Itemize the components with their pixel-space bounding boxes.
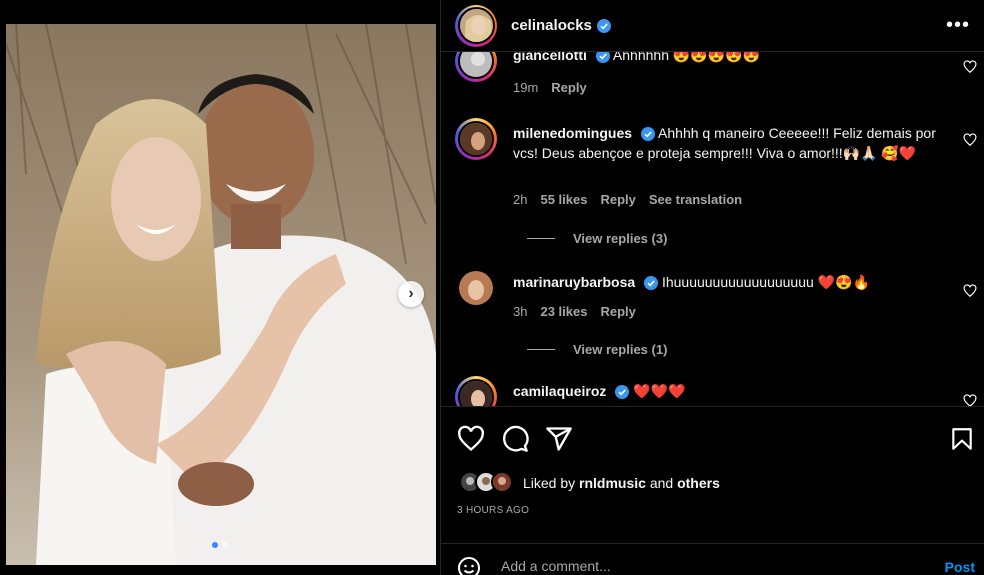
reply-button[interactable]: Reply [600, 304, 635, 319]
comment-avatar[interactable] [455, 118, 497, 160]
comment-username[interactable]: camilaqueiroz [513, 383, 606, 399]
author-avatar-image [459, 9, 493, 42]
carousel-next-button[interactable]: › [398, 281, 424, 307]
liked-by-prefix: Liked by [523, 475, 580, 491]
divider-line [527, 349, 555, 350]
comment-text: Ahhhhhh 😍😍😍😍😍 [612, 52, 761, 63]
divider-line [527, 238, 555, 239]
verified-badge-icon [595, 52, 610, 64]
see-translation-button[interactable]: See translation [649, 192, 742, 207]
view-replies-button[interactable]: View replies (3) [527, 231, 667, 246]
post-photo[interactable] [6, 24, 436, 565]
post-header: celinalocks ••• [441, 0, 984, 52]
comment-likes[interactable]: 55 likes [540, 192, 587, 207]
post-actions-section: Liked by rnldmusic and others 3 HOURS AG… [441, 406, 984, 575]
author-avatar[interactable] [455, 4, 497, 47]
comment-likes[interactable]: 23 likes [540, 304, 587, 319]
post-side-panel: celinalocks ••• giancellotti Ahhhhhh 😍😍😍… [440, 0, 984, 575]
like-comment-heart-icon[interactable] [963, 133, 977, 147]
liked-by-row: Liked by rnldmusic and others [459, 471, 720, 495]
like-comment-heart-icon[interactable] [963, 60, 977, 74]
comment-username[interactable]: giancellotti [513, 52, 587, 63]
comment-text: ❤️❤️❤️ [633, 383, 686, 399]
comment-meta: 2h 55 likes Reply See translation [513, 192, 742, 207]
post-timestamp[interactable]: 3 HOURS AGO [457, 505, 529, 516]
action-icons-row [457, 425, 573, 453]
carousel-indicator [212, 542, 228, 548]
like-heart-icon[interactable] [457, 425, 485, 453]
comment-time[interactable]: 3h [513, 304, 527, 319]
comment-body: camilaqueiroz ❤️❤️❤️ [513, 381, 945, 401]
comment-body: giancellotti Ahhhhhh 😍😍😍😍😍 [513, 52, 945, 65]
liked-by-text: Liked by rnldmusic and others [523, 475, 720, 491]
add-comment-bar: Post [441, 543, 984, 575]
comment-meta: 19m Reply [513, 80, 587, 95]
comment-meta: 3h 23 likes Reply [513, 304, 636, 319]
more-options-icon[interactable]: ••• [946, 14, 970, 37]
couple-photo-illustration [6, 24, 436, 565]
comments-list: giancellotti Ahhhhhh 😍😍😍😍😍 19m Reply mil… [441, 52, 984, 406]
view-replies-button[interactable]: View replies (1) [527, 342, 667, 357]
save-bookmark-icon[interactable] [949, 425, 975, 453]
comment-avatar[interactable] [455, 376, 497, 406]
share-send-icon[interactable] [545, 425, 573, 453]
comment-bubble-icon[interactable] [501, 425, 529, 453]
liked-by-others-link[interactable]: others [677, 475, 720, 491]
verified-badge-icon [596, 18, 611, 33]
reply-button[interactable]: Reply [600, 192, 635, 207]
comment-time[interactable]: 2h [513, 192, 527, 207]
like-comment-heart-icon[interactable] [963, 284, 977, 298]
post-comment-button[interactable]: Post [945, 559, 975, 575]
comment-input[interactable] [501, 558, 901, 574]
comment-text: Ihuuuuuuuuuuuuuuuuuu ❤️😍🔥 [661, 274, 870, 290]
comment-avatar[interactable] [455, 267, 497, 309]
carousel-dot [212, 542, 218, 548]
comment-body: marinaruybarbosa Ihuuuuuuuuuuuuuuuuuu ❤️… [513, 272, 945, 292]
comment-username[interactable]: marinaruybarbosa [513, 274, 635, 290]
comment-time[interactable]: 19m [513, 80, 538, 95]
liker-avatar [491, 471, 513, 493]
liked-by-user-link[interactable]: rnldmusic [579, 475, 646, 491]
view-replies-label: View replies (1) [573, 342, 668, 357]
comment-body: milenedomingues Ahhhh q maneiro Ceeeee!!… [513, 123, 945, 163]
reply-button[interactable]: Reply [551, 80, 586, 95]
author-username[interactable]: celinalocks [511, 17, 592, 34]
comment-username[interactable]: milenedomingues [513, 125, 632, 141]
carousel-dot [222, 542, 228, 548]
post-media-panel: › [0, 0, 440, 575]
emoji-icon[interactable] [457, 556, 481, 575]
chevron-right-icon: › [408, 285, 414, 302]
verified-badge-icon [640, 127, 655, 142]
comment-avatar[interactable] [455, 52, 497, 82]
like-comment-heart-icon[interactable] [963, 394, 977, 406]
verified-badge-icon [615, 385, 630, 400]
view-replies-label: View replies (3) [573, 231, 668, 246]
liked-by-and: and [645, 475, 678, 491]
liked-avatars[interactable] [459, 471, 517, 495]
verified-badge-icon [644, 276, 659, 291]
